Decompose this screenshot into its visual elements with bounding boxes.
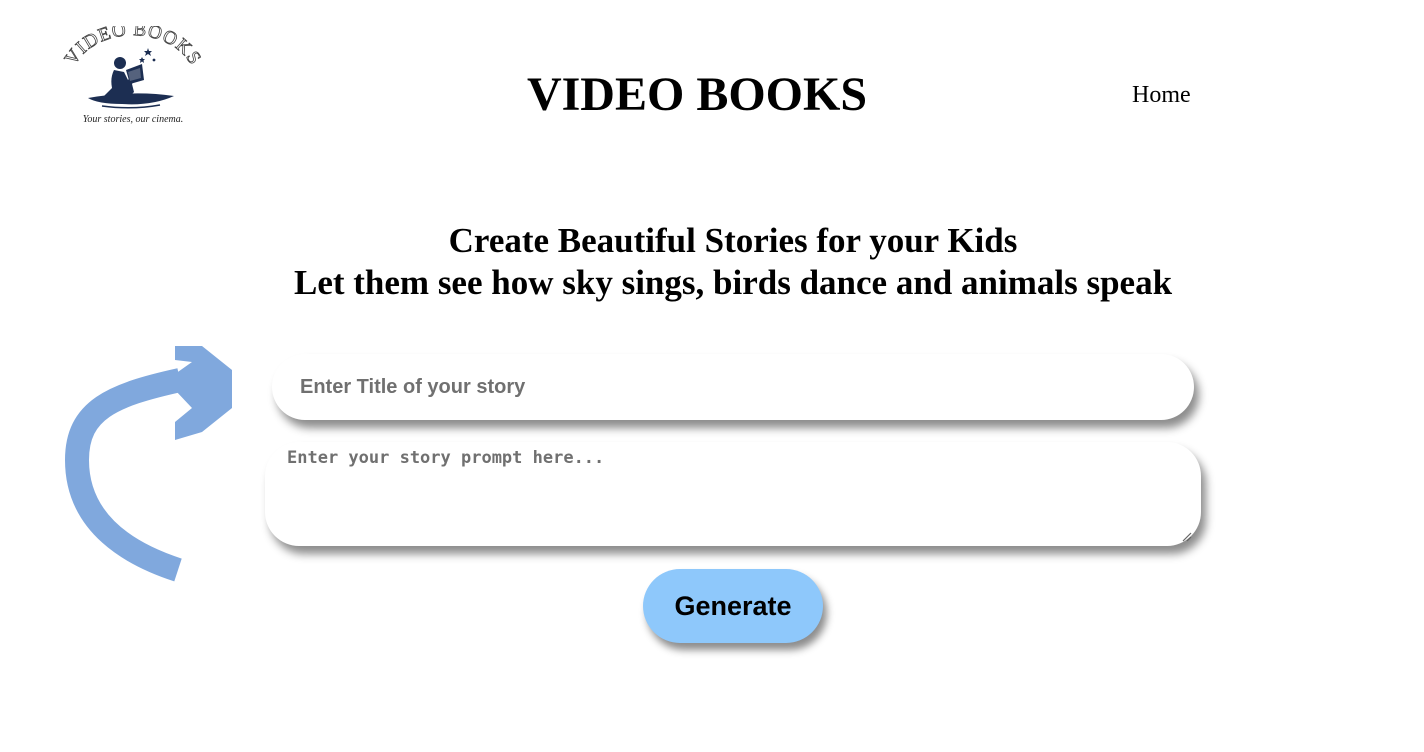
hero-line-2: Let them see how sky sings, birds dance … <box>293 263 1173 302</box>
nav-home-link[interactable]: Home <box>1132 80 1191 110</box>
logo-brand-text: VIDEO BOOKS <box>62 26 204 69</box>
hero-line-1: Create Beautiful Stories for your Kids <box>448 221 1018 260</box>
story-prompt-textarea[interactable] <box>265 442 1201 546</box>
resize-grip-icon[interactable] <box>1180 530 1192 542</box>
svg-text:VIDEO BOOKS: VIDEO BOOKS <box>62 26 204 69</box>
page: VIDEO BOOKS Your stories, our cinema. VI… <box>0 0 1424 752</box>
generate-button[interactable]: Generate <box>643 569 823 643</box>
story-title-input[interactable] <box>272 354 1194 420</box>
curved-arrow-icon <box>64 346 232 582</box>
hero-heading: Create Beautiful Stories for your Kids L… <box>0 220 1424 304</box>
